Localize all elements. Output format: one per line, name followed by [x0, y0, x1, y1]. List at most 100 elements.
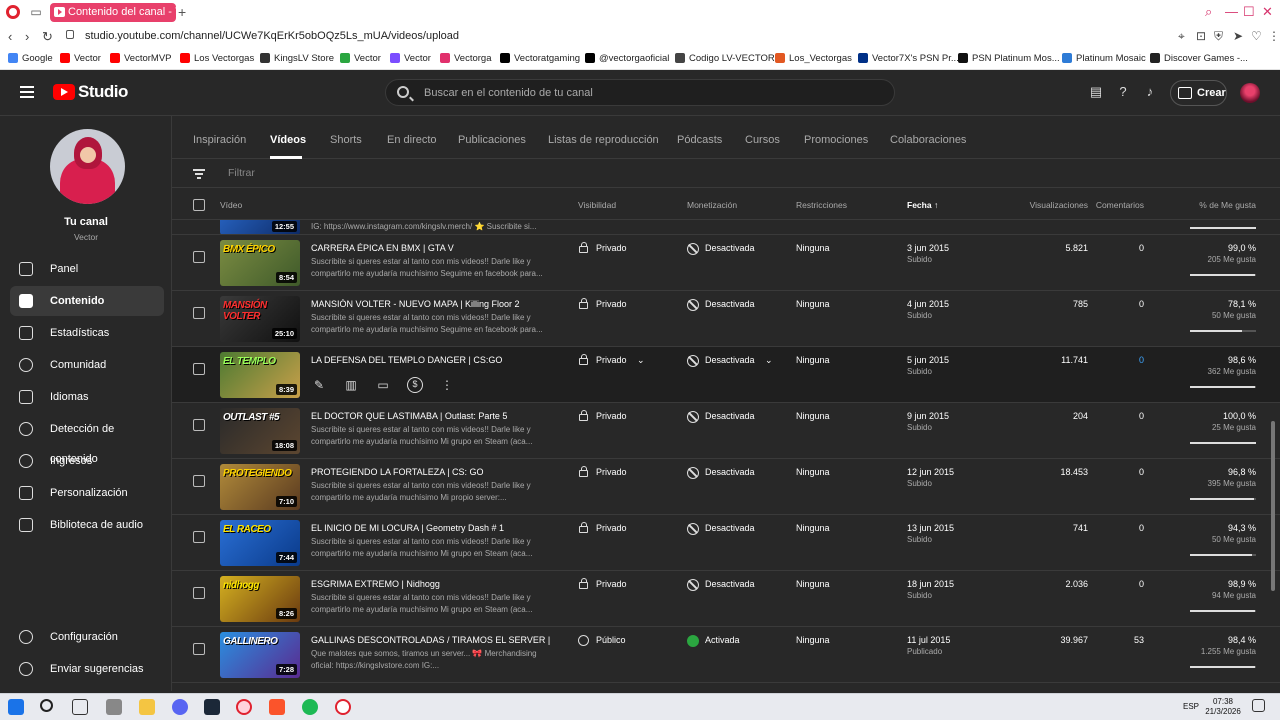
row-checkbox[interactable] — [193, 363, 205, 375]
monetization-dropdown[interactable]: Desactivada ⌄ — [687, 355, 773, 367]
row-checkbox[interactable] — [193, 643, 205, 655]
task-view-icon[interactable] — [72, 699, 88, 715]
row-checkbox[interactable] — [193, 475, 205, 487]
column-monetization[interactable]: Monetización — [687, 200, 737, 210]
spotify-icon[interactable] — [302, 699, 318, 715]
sidebar-item-panel[interactable]: Panel — [10, 254, 164, 284]
table-row[interactable]: MANSIÓN VOLTER 25:10 MANSIÓN VOLTER - NUEV… — [172, 291, 1280, 347]
sidebar-item-analytics[interactable]: Estadísticas — [10, 318, 164, 348]
monetization-dropdown[interactable]: Desactivada — [687, 411, 755, 423]
bookmark-item[interactable]: Los_Vectorgas — [775, 53, 852, 64]
table-row-partial[interactable]: 12:55 IG: https://www.instagram.com/king… — [172, 220, 1280, 235]
column-comments[interactable]: Comentarios — [1096, 200, 1144, 210]
table-row[interactable]: GALLINERO 7:28 GALLINAS DESCONTROLADAS / T… — [172, 627, 1280, 683]
new-tab-icon[interactable]: + — [178, 4, 186, 20]
heart-icon[interactable]: ♡ — [1251, 29, 1262, 43]
close-window-icon[interactable]: ✕ — [1262, 4, 1273, 20]
tab-item[interactable]: Colaboraciones — [890, 134, 966, 146]
tab-item[interactable]: Shorts — [330, 134, 362, 146]
bookmark-item[interactable]: Vector — [60, 53, 101, 64]
comments-value[interactable]: 53 — [1134, 635, 1144, 645]
bookmark-item[interactable]: Discover Games -... — [1150, 53, 1248, 64]
send-icon[interactable]: ➤ — [1233, 29, 1243, 43]
views-value[interactable]: 39.967 — [1060, 635, 1088, 645]
comments-value[interactable]: 0 — [1139, 299, 1144, 309]
discord-icon[interactable] — [172, 699, 188, 715]
comments-value[interactable]: 0 — [1139, 355, 1144, 365]
row-checkbox[interactable] — [193, 419, 205, 431]
views-value[interactable]: 741 — [1073, 523, 1088, 533]
more-options-icon[interactable]: ⋮ — [439, 377, 455, 393]
minimize-icon[interactable]: — — [1225, 4, 1238, 19]
video-title[interactable]: EL INICIO DE MI LOCURA | Geometry Dash #… — [311, 523, 551, 533]
table-row[interactable]: BMX ÉPICO 8:54 CARRERA ÉPICA EN BMX | GTA … — [172, 235, 1280, 291]
monetization-dropdown[interactable]: Activada — [687, 635, 740, 647]
monetization-dropdown[interactable]: Desactivada — [687, 299, 755, 311]
channel-avatar[interactable] — [50, 129, 125, 204]
back-icon[interactable]: ‹ — [8, 29, 12, 44]
tab-item[interactable]: En directo — [387, 134, 437, 146]
video-thumbnail[interactable]: BMX ÉPICO 8:54 — [220, 240, 300, 286]
maximize-icon[interactable]: ☐ — [1243, 4, 1255, 20]
video-title[interactable]: LA DEFENSA DEL TEMPLO DANGER | CS:GO — [311, 355, 551, 365]
sidebar-item-earnings[interactable]: Ingresos — [10, 446, 164, 476]
views-value[interactable]: 2.036 — [1065, 579, 1088, 589]
row-checkbox[interactable] — [193, 307, 205, 319]
video-title[interactable]: PROTEGIENDO LA FORTALEZA | CS: GO — [311, 467, 551, 477]
language-indicator[interactable]: ESP — [1183, 702, 1199, 711]
sidebar-item-content[interactable]: Contenido — [10, 286, 164, 316]
tab-item[interactable]: Promociones — [804, 134, 868, 146]
row-checkbox[interactable] — [193, 251, 205, 263]
monetization-dropdown[interactable]: Desactivada — [687, 523, 755, 535]
visibility-dropdown[interactable]: Público — [578, 635, 626, 646]
visibility-dropdown[interactable]: Privado — [578, 298, 627, 309]
lock-icon[interactable] — [66, 30, 74, 39]
views-value[interactable]: 204 — [1073, 411, 1088, 421]
views-value[interactable]: 11.741 — [1061, 355, 1088, 365]
bookmark-item[interactable]: VectorMVP — [110, 53, 172, 64]
bookmark-item[interactable]: Platinum Mosaic — [1062, 53, 1146, 64]
feedback-messages-icon[interactable]: ▤ — [1088, 84, 1104, 100]
sidebar-item-settings[interactable]: Configuración — [10, 622, 164, 652]
bookmark-item[interactable]: Vectoratgaming — [500, 53, 580, 64]
comments-value[interactable]: 0 — [1139, 579, 1144, 589]
visibility-dropdown[interactable]: Privado — [578, 410, 627, 421]
video-thumbnail[interactable]: EL RACEO 7:44 — [220, 520, 300, 566]
sidebar-item-customization[interactable]: Personalización — [10, 478, 164, 508]
column-likes[interactable]: % de Me gusta — [1199, 200, 1256, 210]
tab-item[interactable]: Pódcasts — [677, 134, 722, 146]
table-row[interactable]: OUTLAST #5 18:08 EL DOCTOR QUE LASTIMABA |… — [172, 403, 1280, 459]
search-tabs-icon[interactable]: ⌕ — [1205, 4, 1212, 20]
bookmark-item[interactable]: Vector — [340, 53, 381, 64]
video-thumbnail[interactable]: PROTEGIENDO 7:10 — [220, 464, 300, 510]
file-explorer-icon[interactable] — [139, 699, 155, 715]
monetization-icon[interactable]: $ — [407, 377, 423, 393]
reload-icon[interactable]: ↻ — [42, 29, 53, 45]
chevron-down-icon[interactable]: ⌄ — [765, 355, 773, 365]
help-icon[interactable]: ? — [1115, 84, 1131, 100]
comments-value[interactable]: 0 — [1139, 411, 1144, 421]
video-thumbnail[interactable]: 12:55 — [220, 220, 300, 234]
bookmark-item[interactable]: KingsLV Store — [260, 53, 334, 64]
bookmark-item[interactable]: PSN Platinum Mos... — [958, 53, 1060, 64]
column-views[interactable]: Visualizaciones — [1030, 200, 1088, 210]
create-button[interactable]: Crear — [1170, 80, 1227, 106]
url-field[interactable]: studio.youtube.com/channel/UCWe7KqErKr5o… — [85, 30, 459, 42]
video-thumbnail[interactable]: EL TEMPLO 8:39 — [220, 352, 300, 398]
brave-icon[interactable] — [269, 699, 285, 715]
youtube-logo-icon[interactable] — [53, 84, 75, 100]
column-visibility[interactable]: Visibilidad — [578, 200, 616, 210]
sidebar-item-content-detection[interactable]: Detección de contenido — [10, 414, 164, 465]
comments-value[interactable]: 0 — [1139, 467, 1144, 477]
visibility-dropdown[interactable]: Privado ⌄ — [578, 354, 645, 366]
tab-item[interactable]: Inspiración — [193, 134, 246, 146]
clock[interactable]: 07:38 21/3/2026 — [1203, 697, 1243, 717]
comments-icon[interactable]: ▭ — [375, 377, 391, 393]
sidebar-item-community[interactable]: Comunidad — [10, 350, 164, 380]
opera-gx-icon[interactable] — [335, 699, 351, 715]
bookmark-item[interactable]: Vector7X's PSN Pr... — [858, 53, 959, 64]
table-row[interactable]: nidhogg 8:26 ESGRIMA EXTREMO | Nidhogg Susc… — [172, 571, 1280, 627]
row-checkbox[interactable] — [193, 531, 205, 543]
views-value[interactable]: 18.453 — [1060, 467, 1088, 477]
analytics-icon[interactable]: ▥ — [343, 377, 359, 393]
